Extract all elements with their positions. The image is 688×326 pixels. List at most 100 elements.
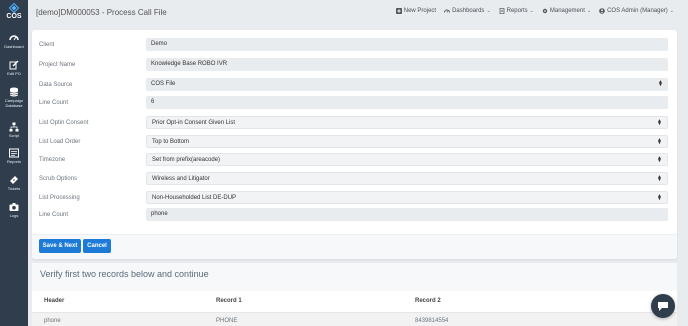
line-count-header-label: Line Count [39,212,69,218]
nav-reports[interactable]: Reports ⌄ [499,8,534,14]
data-source-label: Data Source [39,82,73,88]
form-row-list-optin-consent: List Optin Consent Prior Opt-in Consent … [32,116,677,130]
sidebar-item-tickets[interactable]: Tickets [0,175,28,191]
table-header-record-1: Record 1 [216,298,242,304]
nav-new-project-label: New Project [403,8,437,14]
sidebar-item-label: Logs [9,213,19,218]
form-row-project-name: Project Name Knowledge Base ROBO IVR [32,58,677,72]
table-row: phone PHONE 8439814554 [32,312,677,326]
nav-dashboards[interactable]: Dashboards ⌄ [444,8,491,14]
chat-bubble-icon [658,302,668,311]
sidebar-item-label: Edit PO [7,71,21,76]
scrub-options-label: Scrub Options [39,176,78,182]
sidebar-item-campaign-database[interactable]: Campaign Database [0,87,28,108]
list-load-order-value: Top to Bottom [152,139,190,145]
database-icon [9,87,19,97]
list-load-order-label: List Load Order [39,139,81,145]
line-count-header-value: phone [151,211,168,217]
form-row-client: Client Demo [32,38,677,52]
list-load-order-select[interactable]: Top to Bottom ▲ ▼ [146,135,668,148]
plus-square-icon [395,8,402,14]
top-nav: New Project Dashboards ⌄ Reports ⌄ Manag… [395,8,674,14]
nav-user-menu[interactable]: COS Admin (Manager) ⌄ [599,8,674,14]
table-cell: 8439814554 [415,318,449,324]
sidebar-item-script[interactable]: Script [0,122,28,138]
chevron-down-icon: ⌄ [529,8,534,14]
form-row-list-processing: List Processing Non-Householded List DE-… [32,191,677,205]
verify-records-panel: Verify first two records below and conti… [32,263,677,326]
table-cell: PHONE [216,318,238,324]
process-call-file-form: Client Demo Project Name Knowledge Base … [32,30,677,259]
timezone-label: Timezone [39,157,66,163]
sidebar-item-logs[interactable]: Logs [0,202,28,218]
save-next-button[interactable]: Save & Next [39,239,81,253]
client-value: Demo [151,41,168,47]
reports-icon [9,148,19,158]
nav-management[interactable]: Management ⌄ [542,8,591,14]
dashboard-icon [444,9,451,13]
project-name-value: Knowledge Base ROBO IVR [151,61,228,67]
client-label: Client [39,42,55,48]
list-processing-value: Non-Householded List DE-DUP [152,195,237,201]
data-source-value: COS File [151,81,176,87]
list-optin-consent-select[interactable]: Prior Opt-in Consent Given List ▲ ▼ [146,116,668,129]
sidebar-item-label: Campaign Database [4,98,24,108]
list-optin-consent-label: List Optin Consent [39,120,89,126]
sidebar-item-edit-po[interactable]: Edit PO [0,60,28,76]
line-count-field: 6 [146,96,668,109]
line-count-label: Line Count [39,100,69,106]
verify-table: Header Record 1 Record 2 phone PHONE 843… [32,291,677,326]
table-header-header: Header [44,298,65,304]
sidebar-item-label: Tickets [7,186,21,191]
chevron-down-icon: ⌄ [586,8,592,14]
nav-dashboards-label: Dashboards [452,8,485,14]
dashboard-icon [9,35,19,41]
client-field: Demo [146,38,668,51]
form-row-list-load-order: List Load Order Top to Bottom ▲ ▼ [32,135,677,149]
sidebar-item-dashboard[interactable]: Dashboard [0,33,28,49]
sidebar-item-label: Script [8,133,20,138]
chevron-down-icon: ⌄ [486,8,491,14]
form-row-line-count-header: Line Count phone [32,208,677,222]
nav-user-label: COS Admin (Manager) [607,8,668,14]
sitemap-icon [9,122,19,132]
form-row-data-source: Data Source COS File ▲ ▼ [32,78,677,92]
chevron-down-icon: ⌄ [669,8,674,14]
sidebar-item-reports[interactable]: Reports [0,148,28,164]
form-row-timezone: Timezone Set from prefix(areacode) ▲ ▼ [32,153,677,167]
verify-title: Verify first two records below and conti… [40,269,209,279]
page-title: [demo]DM000053 - Process Call File [36,8,167,17]
ticket-icon [10,176,18,184]
logo-diamond-icon [9,3,19,13]
sidebar-item-label: Dashboard [4,44,24,49]
list-optin-consent-value: Prior Opt-in Consent Given List [152,120,236,126]
cancel-button[interactable]: Cancel [83,239,111,253]
scrub-options-select[interactable]: Wireless and Litigator ▲ ▼ [146,172,668,185]
logo-text: COS [6,13,22,20]
timezone-select[interactable]: Set from prefix(areacode) ▲ ▼ [146,153,668,166]
line-count-header-field: phone [146,208,668,221]
list-processing-select[interactable]: Non-Householded List DE-DUP ▲ ▼ [146,191,668,204]
nav-management-label: Management [549,8,585,14]
table-header-record-2: Record 2 [415,298,441,304]
gear-icon [542,8,548,14]
select-arrows-icon: ▲ ▼ [657,155,662,164]
form-row-line-count: Line Count 6 [32,96,677,110]
app-logo[interactable]: COS [0,2,28,26]
select-arrows-icon: ▲ ▼ [657,137,662,146]
select-arrows-icon: ▲ ▼ [658,79,663,88]
list-processing-label: List Processing [39,195,80,201]
table-cell: phone [44,318,61,324]
user-circle-icon [599,8,605,14]
data-source-select[interactable]: COS File ▲ ▼ [146,78,668,91]
chat-widget-button[interactable] [651,294,675,318]
project-name-label: Project Name [39,62,76,68]
nav-new-project[interactable]: New Project [395,8,437,14]
nav-reports-label: Reports [506,8,528,14]
edit-icon [9,60,19,70]
select-arrows-icon: ▲ ▼ [657,193,662,202]
sidebar: COS Dashboard Edit PO Campaign Database … [0,0,28,326]
line-count-value: 6 [151,99,155,105]
camera-icon [9,203,19,211]
scrub-options-value: Wireless and Litigator [152,176,210,182]
